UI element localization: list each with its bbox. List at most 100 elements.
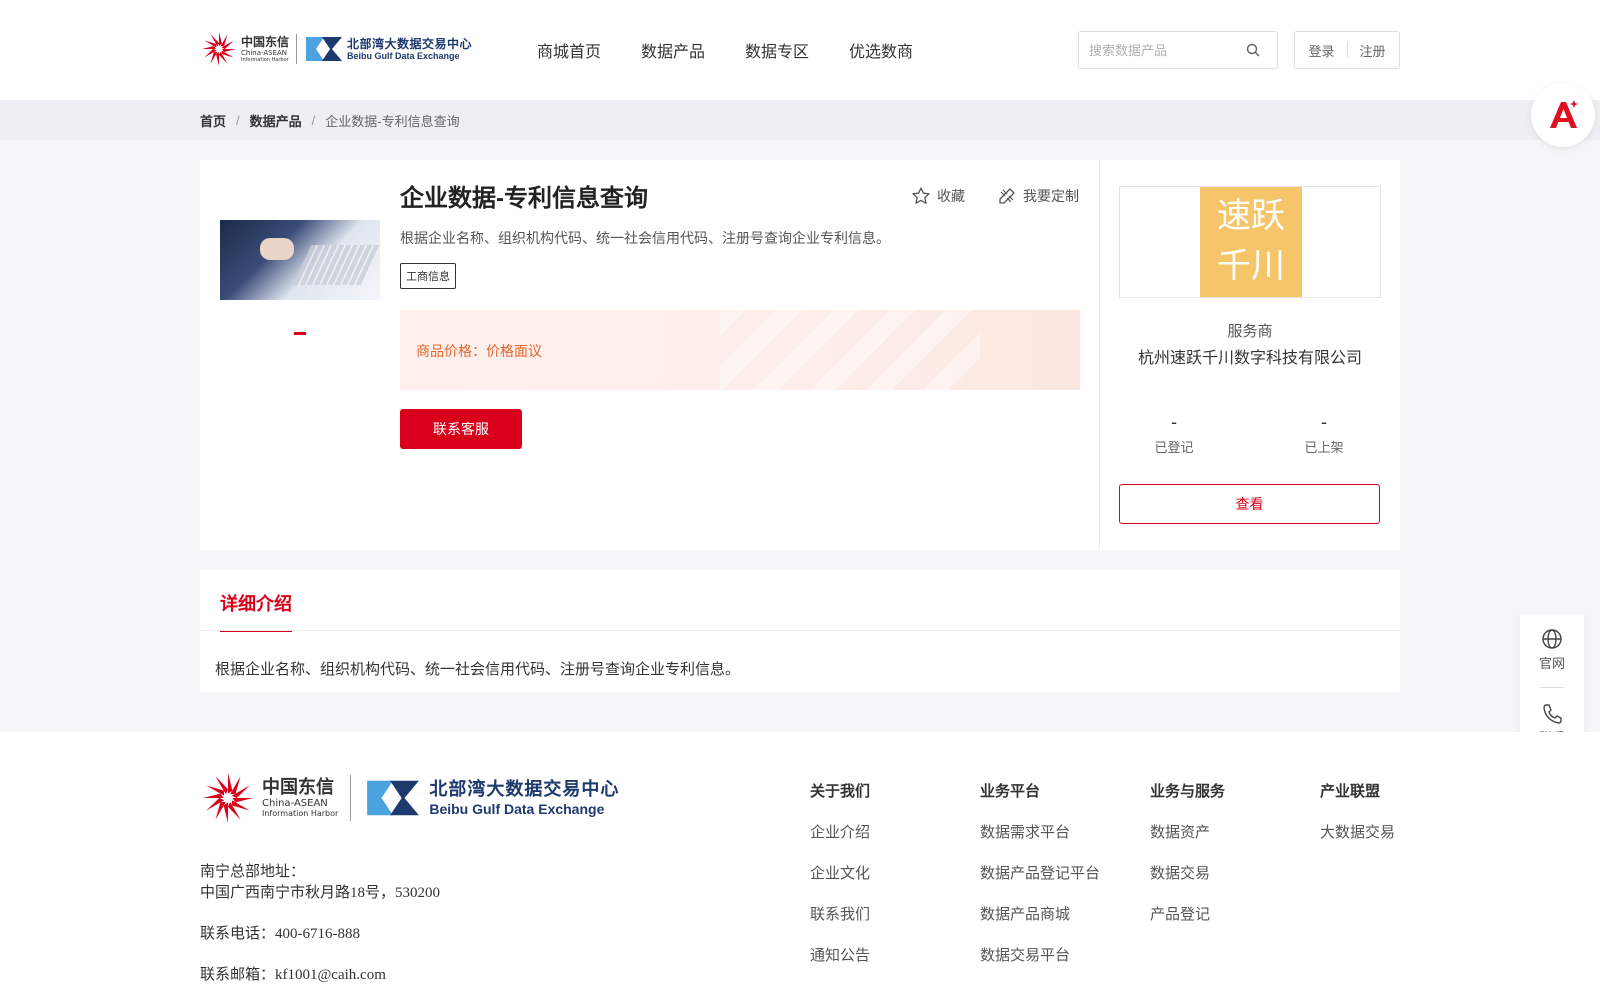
assistant-logo-icon bbox=[1550, 100, 1578, 128]
auth-box: 登录 注册 bbox=[1294, 31, 1400, 69]
side-divider bbox=[1540, 687, 1564, 688]
register-link[interactable]: 注册 bbox=[1360, 41, 1386, 60]
login-link[interactable]: 登录 bbox=[1308, 41, 1334, 60]
footer-link[interactable]: 数据资产 bbox=[1150, 821, 1225, 842]
site-logo[interactable]: 中国东信 China-ASEAN Information Harbor 北部湾大… bbox=[200, 28, 500, 70]
main-nav: 商城首页 数据产品 数据专区 优选数商 bbox=[537, 38, 913, 62]
footer-col-about: 关于我们 企业介绍 企业文化 联系我们 通知公告 bbox=[810, 780, 870, 985]
provider-logo[interactable]: 速跃 千川 bbox=[1200, 187, 1302, 297]
logo-bb-en: Beibu Gulf Data Exchange bbox=[347, 50, 460, 61]
customize-button[interactable]: 我要定制 bbox=[997, 186, 1079, 206]
footer-logo-bb-title: 北部湾大数据交易中心 bbox=[429, 778, 620, 800]
breadcrumb-separator: / bbox=[311, 113, 316, 128]
nav-data-products[interactable]: 数据产品 bbox=[641, 38, 705, 62]
footer-phone: 联系电话：400-6716-888 bbox=[200, 926, 360, 942]
provider-name: 杭州速跃千川数字科技有限公司 bbox=[1137, 350, 1362, 367]
china-asean-logo-icon bbox=[200, 30, 238, 68]
logo-bb-title: 北部湾大数据交易中心 bbox=[347, 36, 473, 51]
price-text: 商品价格：价格面议 bbox=[416, 341, 542, 361]
side-website-label: 官网 bbox=[1538, 656, 1565, 671]
assistant-float-button[interactable] bbox=[1531, 83, 1595, 147]
breadcrumb-home[interactable]: 首页 bbox=[200, 111, 226, 130]
footer-col-title: 关于我们 bbox=[810, 783, 871, 800]
top-header: 中国东信 China-ASEAN Information Harbor 北部湾大… bbox=[0, 0, 1600, 100]
stat-registered: - 已登记 bbox=[1124, 412, 1224, 456]
footer-col-title: 业务平台 bbox=[980, 783, 1041, 800]
footer-logo-cn-sub2: Information Harbor bbox=[262, 808, 339, 818]
contact-service-button[interactable]: 联系客服 bbox=[400, 409, 522, 449]
footer-col-platforms: 业务平台 数据需求平台 数据产品登记平台 数据产品商城 数据交易平台 bbox=[980, 780, 1100, 985]
favorite-label: 收藏 bbox=[937, 188, 965, 204]
footer-logo-bb-en: Beibu Gulf Data Exchange bbox=[429, 800, 605, 817]
footer-beibu-logo-icon bbox=[367, 780, 420, 816]
footer-col-title: 产业联盟 bbox=[1320, 783, 1381, 800]
stat-listed-value: - bbox=[1321, 412, 1327, 432]
stat-registered-value: - bbox=[1171, 412, 1177, 432]
stat-listed-label: 已上架 bbox=[1304, 440, 1344, 455]
phone-icon bbox=[1543, 704, 1562, 724]
footer-link[interactable]: 企业文化 bbox=[810, 862, 870, 883]
beibu-logo-icon bbox=[304, 33, 344, 65]
footer-link[interactable]: 通知公告 bbox=[810, 944, 870, 965]
footer-china-asean-logo-icon bbox=[202, 772, 254, 824]
logo-cn-sub2: Information Harbor bbox=[241, 56, 289, 63]
footer-link[interactable]: 数据产品商城 bbox=[980, 903, 1100, 924]
footer-link[interactable]: 数据交易平台 bbox=[980, 944, 1100, 965]
favorite-button[interactable]: 收藏 bbox=[911, 186, 965, 206]
nav-data-zone[interactable]: 数据专区 bbox=[745, 38, 809, 62]
detail-divider bbox=[200, 630, 1400, 631]
auth-divider bbox=[1346, 42, 1348, 58]
breadcrumb-separator: / bbox=[236, 113, 240, 128]
stat-listed: - 已上架 bbox=[1274, 412, 1374, 456]
product-description: 根据企业名称、组织机构代码、统一社会信用代码、注册号查询企业专利信息。 bbox=[400, 230, 890, 246]
provider-label: 服务商 bbox=[1227, 323, 1273, 340]
breadcrumb: 首页 / 数据产品 / 企业数据-专利信息查询 bbox=[200, 111, 460, 130]
thumbnail-indicator[interactable] bbox=[294, 332, 306, 335]
logo-cn-sub: China-ASEAN bbox=[241, 48, 288, 57]
provider-logo-line1: 速跃 bbox=[1217, 197, 1285, 235]
search-input[interactable] bbox=[1079, 42, 1244, 58]
tab-detail-intro[interactable]: 详细介绍 bbox=[220, 590, 292, 632]
footer-link[interactable]: 大数据交易 bbox=[1320, 821, 1395, 842]
search-box bbox=[1078, 31, 1278, 69]
side-website-button[interactable]: 官网 bbox=[1520, 628, 1584, 672]
globe-icon bbox=[1542, 629, 1562, 649]
price-label: 商品价格： bbox=[416, 343, 486, 359]
detail-text: 根据企业名称、组织机构代码、统一社会信用代码、注册号查询企业专利信息。 bbox=[215, 661, 741, 678]
footer-address-label: 南宁总部地址： bbox=[200, 864, 306, 880]
star-icon bbox=[912, 187, 930, 204]
footer-email: 联系邮箱：kf1001@caih.com bbox=[200, 967, 386, 983]
footer-link[interactable]: 数据交易 bbox=[1150, 862, 1225, 883]
footer-logo-cn-title: 中国东信 bbox=[262, 776, 334, 798]
footer-link[interactable]: 联系我们 bbox=[810, 903, 870, 924]
footer: 中国东信 China-ASEAN Information Harbor 北部湾大… bbox=[0, 732, 1600, 1000]
price-box: 商品价格：价格面议 bbox=[400, 310, 1080, 390]
provider-logo-line2: 千川 bbox=[1217, 247, 1285, 285]
footer-logo: 中国东信 China-ASEAN Information Harbor 北部湾大… bbox=[200, 770, 662, 826]
nav-home[interactable]: 商城首页 bbox=[537, 38, 601, 62]
breadcrumb-current: 企业数据-专利信息查询 bbox=[325, 114, 460, 129]
view-provider-button[interactable]: 查看 bbox=[1119, 484, 1380, 524]
footer-link[interactable]: 产品登记 bbox=[1150, 903, 1225, 924]
product-title: 企业数据-专利信息查询 bbox=[400, 185, 648, 212]
nav-preferred-vendors[interactable]: 优选数商 bbox=[849, 38, 913, 62]
breadcrumb-data-products[interactable]: 数据产品 bbox=[250, 111, 302, 130]
logo-cn-title: 中国东信 bbox=[241, 34, 290, 49]
product-thumbnail[interactable] bbox=[220, 220, 380, 300]
price-value: 价格面议 bbox=[486, 343, 542, 359]
footer-link[interactable]: 企业介绍 bbox=[810, 821, 870, 842]
breadcrumb-bar: 首页 / 数据产品 / 企业数据-专利信息查询 bbox=[0, 100, 1600, 140]
footer-contact-info: 南宁总部地址： 中国广西南宁市秋月路18号，530200 联系电话：400-67… bbox=[200, 862, 440, 986]
footer-col-title: 业务与服务 bbox=[1150, 783, 1226, 800]
search-icon[interactable] bbox=[1246, 42, 1262, 58]
footer-link[interactable]: 数据需求平台 bbox=[980, 821, 1100, 842]
footer-link[interactable]: 数据产品登记平台 bbox=[980, 862, 1100, 883]
category-tag[interactable]: 工商信息 bbox=[400, 263, 456, 289]
logo-divider bbox=[296, 34, 298, 64]
product-card: 企业数据-专利信息查询 收藏 我要定制 根据企业名称、组织机构代码、统一社会信用… bbox=[200, 160, 1400, 550]
footer-col-alliance: 产业联盟 大数据交易 bbox=[1320, 780, 1395, 862]
footer-logo-divider bbox=[350, 775, 352, 821]
card-divider bbox=[1099, 160, 1100, 550]
provider-logo-frame: 速跃 千川 bbox=[1119, 186, 1381, 298]
customize-icon bbox=[999, 188, 1015, 204]
